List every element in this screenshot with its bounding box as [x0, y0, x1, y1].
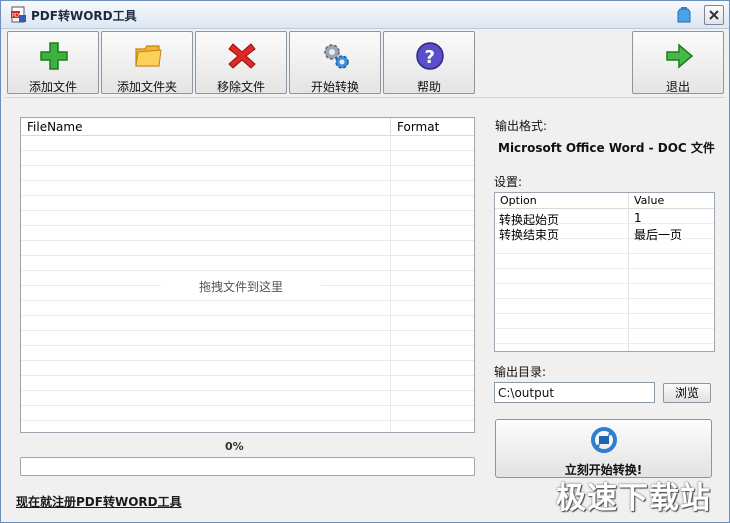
remove-file-button[interactable]: 移除文件 [195, 31, 287, 94]
window-title: PDF转WORD工具 [31, 9, 137, 23]
column-filename[interactable]: FileName [27, 120, 82, 134]
folder-icon [135, 45, 162, 67]
remove-x-icon [228, 43, 256, 69]
close-icon [709, 10, 719, 20]
exit-arrow-icon [666, 43, 694, 69]
add-file-label: 添加文件 [28, 80, 77, 94]
column-divider [390, 118, 391, 136]
help-label: 帮助 [416, 80, 441, 94]
value-end-page[interactable]: 最后一页 [634, 226, 682, 243]
exit-label: 退出 [665, 80, 690, 94]
progress-percent: 0% [225, 440, 244, 453]
start-convert-button[interactable]: 立刻开始转换! [495, 419, 712, 478]
help-icon: ? [416, 42, 444, 70]
browse-button[interactable]: 浏览 [663, 383, 711, 403]
column-format[interactable]: Format [397, 120, 439, 134]
title-bar: PDF PDF转WORD工具 [1, 1, 729, 29]
grid-column-divider [390, 136, 391, 432]
progress-bar [20, 457, 475, 476]
remove-file-label: 移除文件 [216, 80, 265, 94]
help-button[interactable]: ? 帮助 [383, 31, 475, 94]
settings-table[interactable]: Option Value 转换起始页 1 转换结束页 最后一页 [494, 192, 715, 352]
app-window: PDF PDF转WORD工具 添加文件 添加文件夹 移除文件 开始转换 ? 帮助… [0, 0, 730, 523]
output-format-value: Microsoft Office Word - DOC 文件 [498, 141, 715, 155]
settings-rows: 转换起始页 1 转换结束页 最后一页 [495, 209, 714, 351]
column-value[interactable]: Value [634, 194, 664, 207]
file-list-grid: 拖拽文件到这里 [21, 136, 474, 432]
add-file-button[interactable]: 添加文件 [7, 31, 99, 94]
output-dir-input[interactable] [494, 382, 655, 403]
drop-hint: 拖拽文件到这里 [161, 278, 321, 296]
value-start-page[interactable]: 1 [634, 211, 642, 225]
start-convert-toolbar-button[interactable]: 开始转换 [289, 31, 381, 94]
register-link[interactable]: 现在就注册PDF转WORD工具 [16, 493, 182, 510]
settings-label: 设置: [494, 175, 523, 189]
refresh-convert-icon [591, 427, 617, 453]
column-option[interactable]: Option [500, 194, 537, 207]
output-format-label: 输出格式: [495, 119, 548, 133]
add-folder-label: 添加文件夹 [116, 80, 177, 94]
option-end-page: 转换结束页 [499, 228, 560, 242]
output-dir-label: 输出目录: [494, 365, 547, 379]
file-list[interactable]: FileName Format 拖拽文件到这里 [20, 117, 475, 433]
exit-button[interactable]: 退出 [632, 31, 724, 94]
toolbar-separator [5, 97, 725, 98]
start-convert-label: 开始转换 [310, 80, 359, 94]
settings-row[interactable]: 转换结束页 最后一页 [495, 225, 714, 243]
gears-icon [324, 44, 349, 69]
file-list-header: FileName Format [21, 118, 474, 136]
pdf-app-icon: PDF [11, 6, 26, 23]
watermark-logo: 极速下载站 [556, 481, 711, 516]
settings-row[interactable]: 转换起始页 1 [495, 210, 714, 227]
settings-header: Option Value [495, 193, 714, 209]
skin-icon[interactable] [674, 5, 694, 25]
close-button[interactable] [704, 5, 724, 25]
add-plus-icon [40, 42, 68, 70]
svg-text:?: ? [425, 47, 435, 68]
add-folder-button[interactable]: 添加文件夹 [101, 31, 193, 94]
